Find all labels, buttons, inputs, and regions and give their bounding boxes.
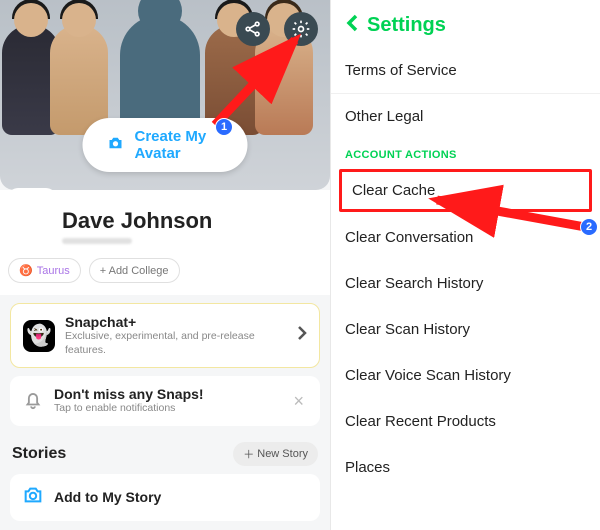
stories-section-header: Stories ＋New Story	[0, 434, 330, 472]
settings-row-clear-search[interactable]: Clear Search History	[331, 260, 600, 306]
create-avatar-button[interactable]: Create My Avatar	[83, 118, 248, 172]
settings-header: Settings	[331, 0, 600, 47]
chevron-right-icon	[297, 325, 307, 346]
snapchat-plus-icon: 👻	[23, 320, 55, 352]
username-blur	[62, 238, 132, 244]
stories-heading: Stories	[12, 445, 66, 463]
friend-avatar	[50, 25, 108, 135]
add-to-story-row[interactable]: Add to My Story	[10, 474, 320, 521]
avatar-hero: Create My Avatar	[0, 0, 330, 190]
share-button[interactable]	[236, 12, 270, 46]
display-name: Dave Johnson	[62, 208, 318, 234]
settings-title: Settings	[367, 14, 446, 37]
settings-row-clear-voice-scan[interactable]: Clear Voice Scan History	[331, 352, 600, 398]
add-college-chip[interactable]: + Add College	[89, 258, 180, 283]
create-avatar-label: Create My Avatar	[135, 128, 224, 162]
zodiac-chip[interactable]: Taurus	[8, 258, 81, 283]
settings-row-clear-recent-products[interactable]: Clear Recent Products	[331, 398, 600, 444]
settings-row-terms[interactable]: Terms of Service	[331, 47, 600, 93]
enable-notifications-card[interactable]: Don't miss any Snaps! Tap to enable noti…	[10, 376, 320, 426]
gear-icon	[291, 19, 311, 39]
camera-outline-icon	[22, 484, 44, 511]
settings-row-legal[interactable]: Other Legal	[331, 93, 600, 139]
profile-screen: Create My Avatar Dave Johnson Taurus + A…	[0, 0, 330, 530]
new-story-button[interactable]: ＋New Story	[233, 442, 318, 466]
notify-subtitle: Tap to enable notifications	[54, 402, 279, 416]
my-avatar-silhouette	[120, 15, 200, 130]
profile-info: Dave Johnson Taurus + Add College	[0, 190, 330, 295]
settings-row-clear-conversation[interactable]: Clear Conversation	[331, 214, 600, 260]
share-icon	[243, 19, 263, 39]
settings-screen: Settings Terms of Service Other Legal AC…	[330, 0, 600, 530]
camera-icon	[107, 134, 125, 157]
add-to-story-label: Add to My Story	[54, 489, 308, 505]
account-actions-section: ACCOUNT ACTIONS	[331, 139, 600, 167]
dismiss-button[interactable]: ×	[289, 391, 308, 412]
notify-title: Don't miss any Snaps!	[54, 386, 279, 402]
settings-row-places[interactable]: Places	[331, 444, 600, 490]
settings-button[interactable]	[284, 12, 318, 46]
settings-row-clear-cache[interactable]: Clear Cache	[339, 169, 592, 212]
snapchat-plus-card[interactable]: 👻 Snapchat+ Exclusive, experimental, and…	[10, 303, 320, 368]
bell-icon	[22, 388, 44, 415]
settings-row-clear-scan[interactable]: Clear Scan History	[331, 306, 600, 352]
plus-title: Snapchat+	[65, 314, 287, 330]
plus-subtitle: Exclusive, experimental, and pre-release…	[65, 330, 287, 357]
back-button[interactable]	[345, 14, 359, 37]
